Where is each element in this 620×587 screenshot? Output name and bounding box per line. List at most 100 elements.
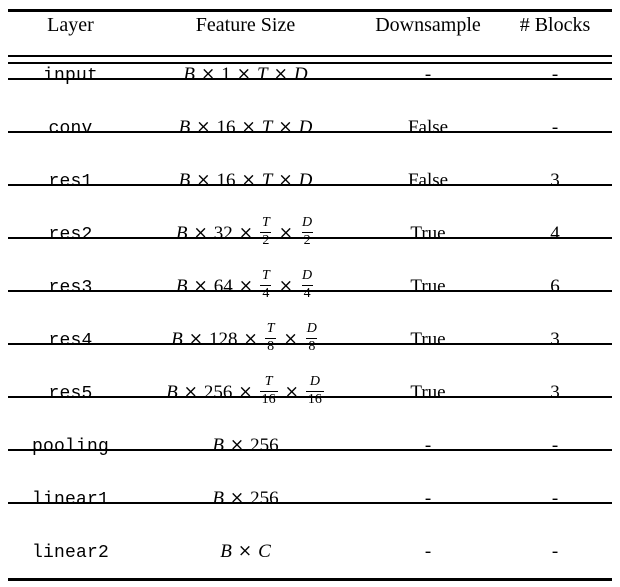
row-separator-rule [8, 237, 612, 239]
header-rule-lower [8, 62, 612, 64]
times-operator: × [237, 540, 253, 561]
fraction-numerator: D [302, 268, 313, 284]
math-variable: B [220, 540, 232, 562]
fraction-numerator: T [261, 268, 270, 284]
table-top-rule [8, 9, 612, 12]
table-body: input B × 1 × T × D - - conv B × 16 × T × D False - res1 B × 16… [8, 48, 612, 578]
fraction-numerator: D [309, 374, 320, 390]
cell-layer: res4 [8, 313, 133, 366]
fraction-denominator: 2 [260, 232, 272, 248]
cell-downsample: False [407, 116, 449, 138]
table-row: pooling B × 256 - - [8, 419, 612, 472]
cell-downsample: True [410, 275, 446, 297]
math-variable: B [212, 487, 224, 509]
cell-layer: res3 [8, 260, 133, 313]
cell-layer: linear1 [8, 472, 133, 525]
cell-feature-size: B × C [133, 525, 358, 578]
times-operator: × [193, 223, 208, 243]
cell-layer: res1 [8, 154, 133, 207]
cell-feature-size: B × 16 × T × D [133, 101, 358, 154]
math-variable: D [293, 63, 308, 85]
row-separator-rule [8, 290, 612, 292]
fraction-denominator: 2 [301, 232, 313, 248]
layer-name: linear2 [31, 542, 109, 563]
times-operator: × [284, 382, 299, 402]
cell-blocks: - [551, 487, 559, 509]
math-variable: B [178, 116, 191, 138]
cell-downsample: - [424, 434, 432, 456]
fraction-denominator: 4 [301, 285, 313, 301]
cell-blocks: 3 [550, 169, 560, 191]
layer-name: res5 [48, 383, 93, 404]
math-number: 32 [213, 223, 233, 244]
times-operator: × [238, 276, 253, 296]
math-variable: B [178, 169, 191, 191]
cell-blocks: 6 [550, 275, 560, 297]
row-separator-rule [8, 184, 612, 186]
fraction: T8 [265, 322, 277, 354]
cell-downsample: False [407, 169, 449, 191]
cell-downsample: True [410, 328, 446, 350]
math-variable: B [171, 329, 183, 350]
times-operator: × [278, 276, 294, 296]
fraction-numerator: T [264, 374, 273, 390]
cell-blocks: - [551, 434, 559, 456]
fraction-numerator: D [306, 321, 317, 337]
math-variable: T [261, 116, 273, 138]
layer-name: res1 [48, 171, 93, 192]
times-operator: × [241, 116, 256, 137]
row-separator-rule [8, 343, 612, 345]
row-separator-rule [8, 449, 612, 451]
times-operator: × [278, 223, 294, 243]
times-operator: × [283, 329, 298, 349]
math-variable: C [258, 540, 271, 562]
fraction: T4 [260, 269, 272, 301]
fraction-numerator: T [261, 215, 270, 231]
table-bottom-rule [8, 578, 612, 581]
times-operator: × [278, 169, 293, 190]
layer-name: pooling [31, 436, 109, 457]
cell-feature-size: B × 128 × T 8 × D 8 [133, 313, 358, 366]
cell-downsample: True [410, 222, 446, 244]
cell-feature-size: B × 32 × T 2 × D 2 [133, 207, 358, 260]
cell-blocks: 3 [550, 328, 560, 350]
times-operator: × [229, 434, 245, 455]
math-number: 128 [208, 329, 238, 350]
fraction: T2 [260, 216, 272, 248]
cell-layer: linear2 [8, 525, 133, 578]
row-separator-rule [8, 131, 612, 133]
table-row: res4 B × 128 × T 8 × D 8 True 3 [8, 313, 612, 366]
math-number: 256 [250, 487, 279, 509]
feature-size-expression: B × 256 [212, 489, 278, 508]
times-operator: × [201, 63, 216, 84]
fraction: T 16 [259, 374, 278, 407]
table-row: linear2 B × C - - [8, 525, 612, 578]
layer-name: conv [48, 118, 93, 139]
fraction: D8 [305, 322, 319, 354]
fraction: D4 [300, 269, 314, 301]
cell-layer: res2 [8, 207, 133, 260]
math-variable: B [175, 276, 188, 297]
layer-name: linear1 [31, 489, 109, 510]
table-row: res2 B × 32 × T 2 × D 2 True 4 [8, 207, 612, 260]
math-variable: D [298, 169, 313, 191]
fraction-denominator: 8 [265, 338, 277, 354]
times-operator: × [229, 487, 245, 508]
feature-size-expression: B × 32 × T 2 × D 2 [175, 216, 315, 249]
cell-feature-size: B × 256 × T 16 × D 16 [133, 366, 358, 419]
math-number: 256 [250, 434, 279, 456]
cell-feature-size: B × 256 [133, 419, 358, 472]
times-operator: × [183, 382, 198, 402]
fraction: D2 [300, 216, 314, 248]
times-operator: × [241, 169, 256, 190]
cell-feature-size: B × 16 × T × D [133, 154, 358, 207]
fraction-denominator: 4 [260, 285, 272, 301]
row-separator-rule [8, 396, 612, 398]
math-variable: B [166, 382, 178, 403]
layer-name: input [42, 65, 98, 86]
math-variable: B [175, 223, 188, 244]
table-row: res3 B × 64 × T 4 × D 4 True 6 [8, 260, 612, 313]
times-operator: × [278, 116, 293, 137]
cell-blocks: - [551, 540, 559, 562]
times-operator: × [193, 276, 208, 296]
